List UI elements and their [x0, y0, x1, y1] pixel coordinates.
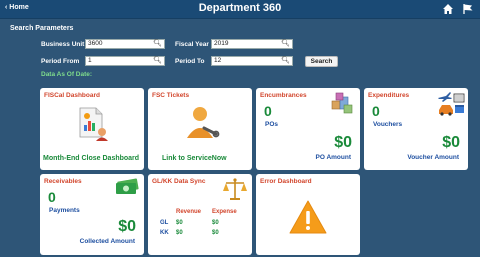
payment-count: 0: [48, 189, 56, 205]
search-icon[interactable]: 🔍︎: [281, 57, 290, 65]
business-unit-field[interactable]: 3600 🔍︎: [85, 39, 165, 49]
voucher-amount: $0: [442, 134, 460, 151]
search-parameters-panel: Search Parameters Business Unit 3600 🔍︎ …: [0, 19, 480, 81]
revenue-header: Revenue: [176, 209, 202, 215]
tile-error-dashboard[interactable]: Error Dashboard: [256, 174, 360, 255]
po-count-label: POs: [265, 121, 279, 128]
business-unit-value: 3600: [88, 40, 103, 47]
tile-title: Receivables: [44, 178, 82, 185]
data-as-of-date: Data As Of Date:: [41, 71, 93, 78]
tile-footer: Link to ServiceNow: [162, 155, 227, 162]
voucher-count: 0: [372, 103, 380, 119]
period-from-field[interactable]: 1 🔍︎: [85, 56, 165, 66]
money-icon: [114, 178, 140, 201]
tile-title: FISCal Dashboard: [44, 92, 100, 99]
tile-title: Encumbrances: [260, 92, 307, 99]
tile-encumbrances[interactable]: Encumbrances 0 POs $0 PO Amount: [256, 88, 360, 170]
po-count: 0: [264, 103, 272, 119]
search-button[interactable]: Search: [305, 56, 338, 67]
top-bar: ‹ Home Department 360: [0, 0, 480, 19]
search-icon[interactable]: 🔍︎: [153, 57, 162, 65]
period-from-label: Period From: [41, 58, 80, 65]
warning-icon: [289, 200, 327, 239]
tile-expenditures[interactable]: Expenditures 0 Vouchers $0 Voucher Amoun…: [364, 88, 468, 170]
kk-row-label: KK: [160, 230, 169, 236]
period-to-value: 12: [214, 57, 222, 64]
balance-scale-icon: [222, 177, 248, 206]
home-icon[interactable]: [442, 3, 454, 15]
tile-glkk-data-sync[interactable]: GL/KK Data Sync Revenue Expense GL $0 $0…: [148, 174, 252, 255]
business-unit-label: Business Unit: [41, 41, 85, 48]
tile-fiscal-dashboard[interactable]: FISCal Dashboard Month-End Close Dashboa…: [40, 88, 144, 170]
search-parameters-title: Search Parameters: [10, 25, 74, 32]
period-to-field[interactable]: 12 🔍︎: [211, 56, 293, 66]
travel-icon: [436, 92, 466, 121]
gl-revenue-value: $0: [176, 220, 183, 226]
gl-expense-value: $0: [212, 220, 219, 226]
collected-amount-label: Collected Amount: [79, 238, 135, 245]
support-person-icon: [182, 104, 220, 145]
po-amount-label: PO Amount: [315, 154, 351, 161]
collected-amount: $0: [118, 218, 136, 235]
voucher-amount-label: Voucher Amount: [407, 154, 459, 161]
search-icon[interactable]: 🔍︎: [281, 40, 290, 48]
tile-title: Expenditures: [368, 92, 410, 99]
expense-header: Expense: [212, 209, 237, 215]
flag-icon[interactable]: [462, 3, 474, 15]
tile-receivables[interactable]: Receivables 0 Payments $0 Collected Amou…: [40, 174, 144, 255]
voucher-count-label: Vouchers: [373, 121, 403, 128]
kk-expense-value: $0: [212, 230, 219, 236]
tile-title: GL/KK Data Sync: [152, 178, 206, 185]
report-document-icon: [76, 105, 110, 146]
gl-row-label: GL: [160, 220, 169, 226]
fiscal-year-field[interactable]: 2019 🔍︎: [211, 39, 293, 49]
tile-footer: Month-End Close Dashboard: [43, 155, 140, 162]
kk-revenue-value: $0: [176, 230, 183, 236]
tile-fsc-tickets[interactable]: FSC Tickets Link to ServiceNow: [148, 88, 252, 170]
period-to-label: Period To: [175, 58, 205, 65]
period-from-value: 1: [88, 57, 92, 64]
fiscal-year-label: Fiscal Year: [175, 41, 209, 48]
po-amount: $0: [334, 134, 352, 151]
payment-count-label: Payments: [49, 207, 80, 214]
boxes-icon: [330, 91, 354, 120]
fiscal-year-value: 2019: [214, 40, 229, 47]
tile-title: Error Dashboard: [260, 178, 312, 185]
search-icon[interactable]: 🔍︎: [153, 40, 162, 48]
page-title: Department 360: [198, 2, 282, 14]
tile-title: FSC Tickets: [152, 92, 190, 99]
